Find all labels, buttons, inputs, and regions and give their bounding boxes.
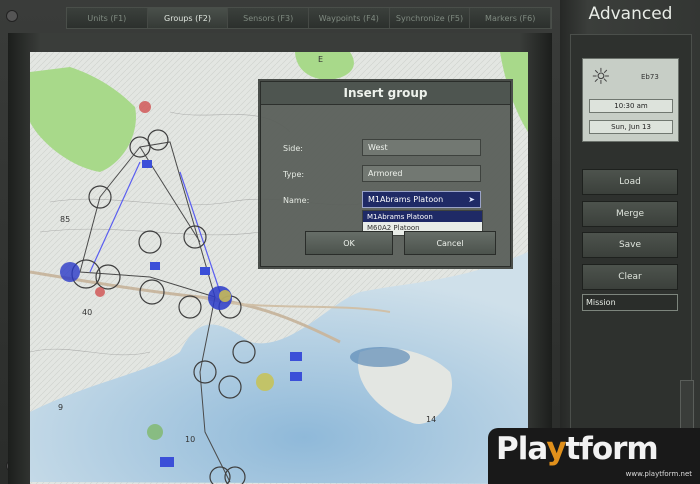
ok-button[interactable]: OK — [305, 231, 393, 255]
map-elevation-label: 10 — [185, 435, 195, 444]
tab-waypoints[interactable]: Waypoints (F4) — [309, 8, 390, 28]
cancel-button[interactable]: Cancel — [404, 231, 496, 255]
type-select[interactable]: Armored — [362, 165, 481, 182]
name-select[interactable]: M1Abrams Platoon ➤ — [362, 191, 481, 208]
merge-button[interactable]: Merge — [582, 201, 678, 227]
tab-markers[interactable]: Markers (F6) — [470, 8, 552, 28]
clear-button[interactable]: Clear — [582, 264, 678, 290]
save-button[interactable]: Save — [582, 232, 678, 258]
lagoon — [350, 347, 410, 367]
tab-sensors[interactable]: Sensors (F3) — [228, 8, 310, 28]
intel-panel[interactable]: ☼ Eb73 10:30 am Sun, Jun 13 — [582, 58, 679, 142]
watermark-url: www.playtform.net — [625, 470, 692, 478]
map-elevation-label: 40 — [82, 308, 92, 317]
map-grid-label: E — [318, 55, 323, 64]
side-select[interactable]: West — [362, 139, 481, 156]
name-select-value: M1Abrams Platoon — [368, 195, 444, 204]
load-button[interactable]: Load — [582, 169, 678, 195]
side-label: Side: — [283, 144, 303, 153]
sun-icon: ☼ — [591, 65, 611, 90]
tab-synchronize[interactable]: Synchronize (F5) — [389, 8, 471, 28]
weather-tag: Eb73 — [641, 73, 659, 81]
map-elevation-label: 9 — [58, 403, 63, 412]
dropdown-option[interactable]: M1Abrams Platoon — [363, 211, 482, 222]
map-elevation-label: 85 — [60, 215, 70, 224]
type-label: Type: — [283, 170, 305, 179]
insert-group-dialog: Insert group Side: West Type: Armored Na… — [260, 81, 511, 267]
date-display[interactable]: Sun, Jun 13 — [589, 120, 673, 134]
time-display[interactable]: 10:30 am — [589, 99, 673, 113]
tab-units[interactable]: Units (F1) — [67, 8, 148, 28]
mode-label[interactable]: Advanced — [568, 4, 693, 24]
map-elevation-label: 14 — [426, 415, 436, 424]
watermark: Playtform www.playtform.net — [488, 428, 700, 484]
corner-screw-icon — [6, 10, 18, 22]
watermark-logo: Playtform — [496, 431, 659, 467]
tab-groups[interactable]: Groups (F2) — [147, 8, 229, 28]
editor-tabs: Units (F1) Groups (F2) Sensors (F3) Wayp… — [66, 7, 552, 29]
dialog-title: Insert group — [261, 82, 510, 105]
cursor-icon: ➤ — [468, 195, 475, 204]
name-label: Name: — [283, 196, 310, 205]
mission-name-field[interactable]: Mission — [582, 294, 678, 311]
